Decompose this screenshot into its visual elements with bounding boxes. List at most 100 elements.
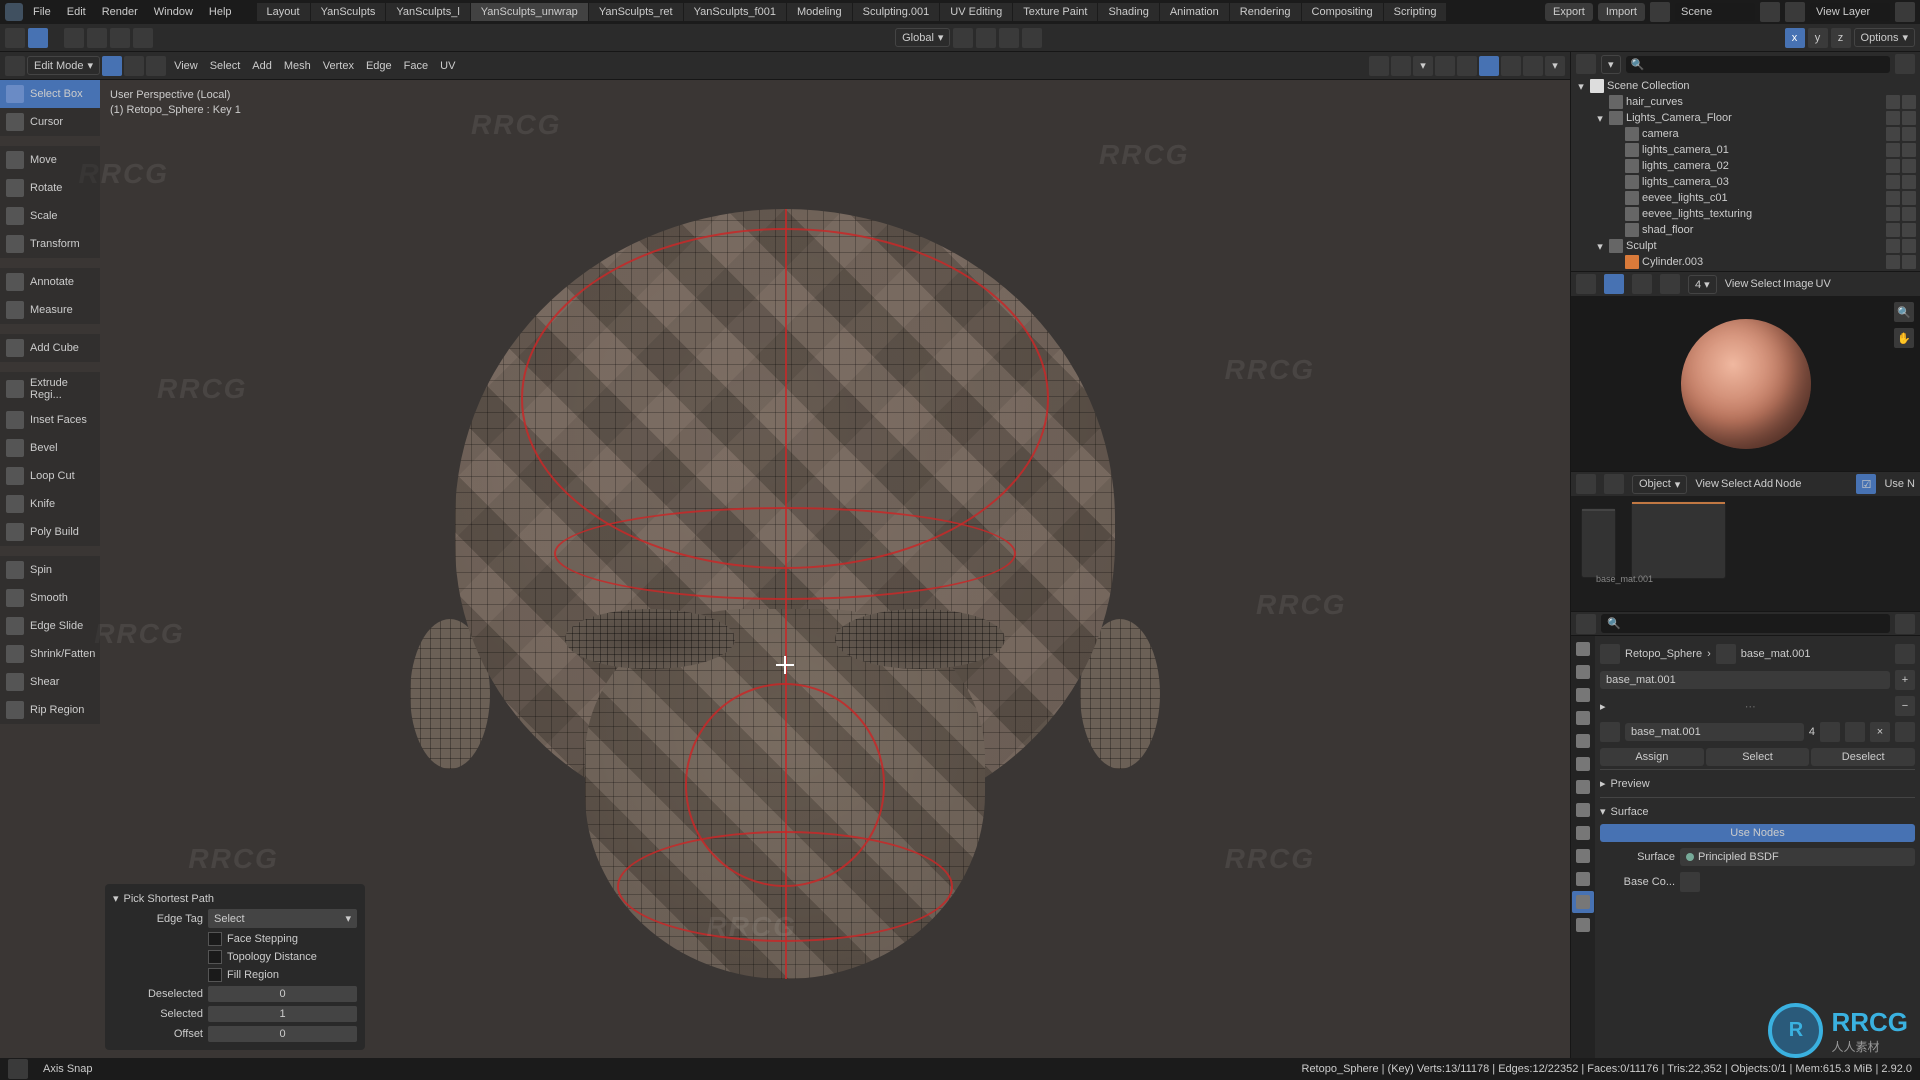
material-preview[interactable]: 🔍 ✋ <box>1571 296 1920 471</box>
layer-icon[interactable] <box>1785 2 1805 22</box>
material-ball-icon[interactable] <box>1600 722 1620 742</box>
chevron-right-icon[interactable]: ▸ <box>1600 700 1606 713</box>
tool-bevel[interactable]: Bevel <box>0 434 100 462</box>
use-nodes-check[interactable]: ☑ <box>1856 474 1876 494</box>
image-paint-icon[interactable] <box>1632 274 1652 294</box>
image-mask-icon[interactable] <box>1660 274 1680 294</box>
options-dropdown[interactable]: Options▾ <box>1854 28 1915 47</box>
checkbox[interactable] <box>208 950 222 964</box>
mat-copy-icon[interactable] <box>1845 722 1865 742</box>
menu-window[interactable]: Window <box>146 4 201 20</box>
tab-yansculpts-l[interactable]: YanSculpts_l <box>386 3 470 21</box>
remove-slot-icon[interactable]: − <box>1895 696 1915 716</box>
restrict-viewport-icon[interactable] <box>1886 191 1900 205</box>
restrict-render-icon[interactable] <box>1902 191 1916 205</box>
vertex-select-icon[interactable] <box>102 56 122 76</box>
props-tab-viewlayer[interactable] <box>1572 684 1594 706</box>
chevron-down-icon[interactable]: ▾ <box>113 892 119 905</box>
material-slot[interactable]: base_mat.001 <box>1600 671 1890 689</box>
scene-icon[interactable] <box>1650 2 1670 22</box>
snap-toggle-icon[interactable] <box>976 28 996 48</box>
node-type-icon[interactable] <box>1604 474 1624 494</box>
props-tab-constraint[interactable] <box>1572 845 1594 867</box>
outliner-item[interactable]: lights_camera_02 <box>1571 158 1920 174</box>
filter-icon[interactable] <box>1895 54 1915 74</box>
mat-nodes-icon[interactable] <box>1895 722 1915 742</box>
mat-new-icon[interactable] <box>1820 722 1840 742</box>
tool-shrink[interactable]: Shrink/Fatten <box>0 640 100 668</box>
matprev-shade-icon[interactable] <box>1501 56 1521 76</box>
restrict-viewport-icon[interactable] <box>1886 159 1900 173</box>
xray-icon[interactable] <box>1435 56 1455 76</box>
tab-yansculpts[interactable]: YanSculpts <box>311 3 387 21</box>
snap3-icon[interactable] <box>110 28 130 48</box>
menu-file[interactable]: File <box>25 4 59 20</box>
pan-icon[interactable]: ✋ <box>1894 328 1914 348</box>
menu-edit[interactable]: Edit <box>59 4 94 20</box>
overlay-icon[interactable]: ▾ <box>1413 56 1433 76</box>
tool-knife[interactable]: Knife <box>0 490 100 518</box>
tool-measure[interactable]: Measure <box>0 296 100 324</box>
tool-add-cube[interactable]: Add Cube <box>0 334 100 362</box>
tab-rendering[interactable]: Rendering <box>1230 3 1302 21</box>
tab-yansculpts-unwrap[interactable]: YanSculpts_unwrap <box>471 3 589 21</box>
deselected-value[interactable]: 0 <box>208 986 357 1002</box>
restrict-viewport-icon[interactable] <box>1886 127 1900 141</box>
import-button[interactable]: Import <box>1598 3 1645 21</box>
outliner-item[interactable]: Plane.007 <box>1571 270 1920 271</box>
axis-x-toggle[interactable]: x <box>1785 28 1805 48</box>
checkbox[interactable] <box>208 968 222 982</box>
restrict-render-icon[interactable] <box>1902 239 1916 253</box>
tab-scripting[interactable]: Scripting <box>1384 3 1448 21</box>
restrict-viewport-icon[interactable] <box>1886 239 1900 253</box>
props-tab-output[interactable] <box>1572 661 1594 683</box>
tool-move[interactable]: Move <box>0 146 100 174</box>
selected-value[interactable]: 1 <box>208 1006 357 1022</box>
tool-cursor[interactable]: Cursor <box>0 108 100 136</box>
tab-yansculpts-ret[interactable]: YanSculpts_ret <box>589 3 684 21</box>
shade-options-icon[interactable]: ▾ <box>1545 56 1565 76</box>
offset-value[interactable]: 0 <box>208 1026 357 1042</box>
props-tab-material[interactable] <box>1572 891 1594 913</box>
checkbox[interactable] <box>208 932 222 946</box>
node-object-dropdown[interactable]: Object ▾ <box>1632 475 1687 494</box>
vp-menu-vertex[interactable]: Vertex <box>317 58 360 74</box>
surface-shader-dropdown[interactable]: Principled BSDF <box>1680 848 1915 866</box>
mat-unlink-icon[interactable]: × <box>1870 722 1890 742</box>
restrict-render-icon[interactable] <box>1902 95 1916 109</box>
cursor-tool-icon[interactable] <box>5 28 25 48</box>
face-select-icon[interactable] <box>146 56 166 76</box>
restrict-render-icon[interactable] <box>1902 175 1916 189</box>
uv-menu-uv[interactable]: UV <box>1816 278 1831 290</box>
chevron-down-icon[interactable]: ▾ <box>1600 805 1606 818</box>
restrict-render-icon[interactable] <box>1902 127 1916 141</box>
tab-uv-editing[interactable]: UV Editing <box>940 3 1013 21</box>
add-slot-icon[interactable]: + <box>1895 670 1915 690</box>
restrict-render-icon[interactable] <box>1902 207 1916 221</box>
vp-menu-view[interactable]: View <box>168 58 204 74</box>
chevron-right-icon[interactable]: ▸ <box>1600 777 1606 790</box>
outliner-item[interactable]: Cylinder.003 <box>1571 254 1920 270</box>
snap4-icon[interactable] <box>133 28 153 48</box>
props-tab-texture[interactable] <box>1572 914 1594 936</box>
operator-panel[interactable]: ▾Pick Shortest Path Edge Tag Select▾ Fac… <box>105 884 365 1050</box>
tool-transform[interactable]: Transform <box>0 230 100 258</box>
restrict-viewport-icon[interactable] <box>1886 223 1900 237</box>
node-editor-icon[interactable] <box>1576 474 1596 494</box>
props-search-input[interactable]: 🔍 <box>1601 614 1890 633</box>
viewlayer-field[interactable]: View Layer <box>1810 3 1890 21</box>
restrict-render-icon[interactable] <box>1902 143 1916 157</box>
props-tab-particle[interactable] <box>1572 799 1594 821</box>
use-nodes-button[interactable]: Use Nodes <box>1600 824 1915 842</box>
mesh-overlay-icon[interactable] <box>1369 56 1389 76</box>
uv-menu-image[interactable]: Image <box>1783 278 1814 290</box>
assign-button[interactable]: Assign <box>1600 748 1704 766</box>
restrict-viewport-icon[interactable] <box>1886 95 1900 109</box>
breadcrumb-mat-icon[interactable] <box>1716 644 1736 664</box>
outliner-mode-dropdown[interactable]: ▾ <box>1601 55 1621 74</box>
tool-rip[interactable]: Rip Region <box>0 696 100 724</box>
props-tab-data[interactable] <box>1572 868 1594 890</box>
restrict-viewport-icon[interactable] <box>1886 175 1900 189</box>
pivot-icon[interactable] <box>953 28 973 48</box>
export-button[interactable]: Export <box>1545 3 1593 21</box>
